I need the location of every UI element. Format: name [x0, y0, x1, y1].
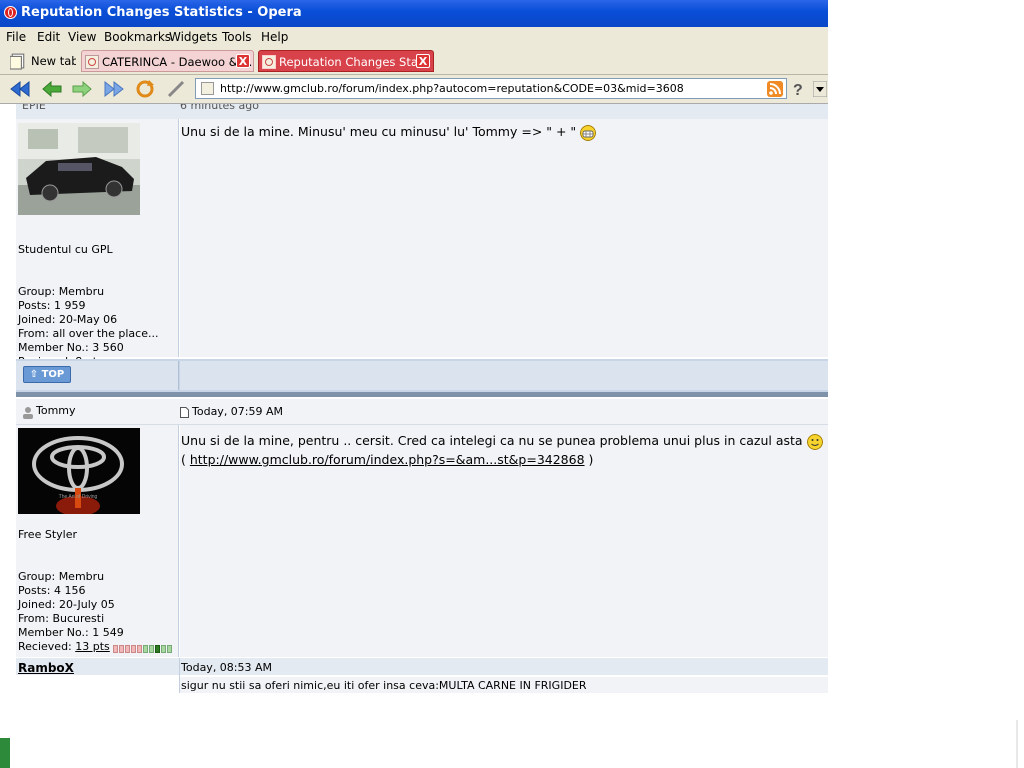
- new-tab-icon: [10, 53, 25, 70]
- post-author[interactable]: EPIE: [22, 104, 46, 112]
- tab-label: Reputation Changes Sta...: [279, 55, 429, 69]
- reputation-entry: RamboX Today, 08:53 AM sigur nu stii sa …: [16, 658, 828, 693]
- author-info: Studentul cu GPL Group: Membru Posts: 1 …: [16, 119, 179, 368]
- avatar: [18, 123, 140, 215]
- site-favicon-icon: [201, 82, 214, 95]
- smile-icon: [806, 433, 823, 450]
- reload-icon[interactable]: [134, 79, 156, 99]
- entry-author[interactable]: RamboX: [18, 661, 74, 675]
- member-from: From: all over the place...: [18, 327, 159, 340]
- tab-label: CATERINCA - Daewoo & ...: [102, 55, 253, 69]
- user-icon: [23, 407, 33, 419]
- new-tab-label: New tab: [31, 54, 76, 68]
- grin-icon: [580, 124, 597, 141]
- url-text[interactable]: http://www.gmclub.ro/forum/index.php?aut…: [220, 82, 684, 95]
- fast-forward-icon[interactable]: [103, 79, 125, 99]
- tab-caterinca[interactable]: CATERINCA - Daewoo & ... X: [81, 50, 254, 72]
- member-joined: Joined: 20-May 06: [18, 313, 118, 326]
- member-reputation: Recieved: 13 pts: [18, 640, 173, 653]
- desktop-edge: [1016, 720, 1018, 768]
- top-button-label: TOP: [41, 369, 65, 380]
- post-body: Unu si de la mine, pentru .. cersit. Cre…: [180, 425, 828, 657]
- member-group: Group: Membru: [18, 570, 105, 583]
- menu-bookmarks[interactable]: Bookmarks: [104, 30, 171, 44]
- edit-icon[interactable]: [165, 79, 187, 99]
- member-posts: Posts: 4 156: [18, 584, 86, 597]
- back-icon[interactable]: [41, 79, 63, 99]
- post-message: Unu si de la mine. Minusu' meu cu minusu…: [181, 124, 597, 141]
- menu-tools[interactable]: Tools: [222, 30, 252, 44]
- post-message-link-line: ( http://www.gmclub.ro/forum/index.php?s…: [181, 452, 594, 467]
- menu-edit[interactable]: Edit: [37, 30, 60, 44]
- reputation-bar: [112, 643, 173, 653]
- close-tab-icon[interactable]: X: [416, 54, 430, 68]
- message-text: Unu si de la mine. Minusu' meu cu minusu…: [181, 124, 577, 139]
- reputation-label: Recieved:: [18, 640, 72, 653]
- entry-message: sigur nu stii sa oferi nimic,eu iti ofer…: [181, 679, 587, 692]
- title-bar: Reputation Changes Statistics - Opera: [0, 0, 828, 27]
- member-number: Member No.: 3 560: [18, 341, 124, 354]
- member-posts: Posts: 1 959: [18, 299, 86, 312]
- reputation-link[interactable]: 13 pts: [75, 640, 110, 653]
- desktop-edge: [0, 738, 10, 768]
- site-favicon-icon: [262, 55, 276, 69]
- forum-post: EPIE 6 minutes ago Studentul cu GPL Grou…: [16, 104, 828, 368]
- post-body: Unu si de la mine. Minusu' meu cu minusu…: [180, 119, 828, 357]
- member-title: Studentul cu GPL: [18, 243, 113, 256]
- address-bar[interactable]: http://www.gmclub.ro/forum/index.php?aut…: [195, 78, 787, 99]
- menu-help[interactable]: Help: [261, 30, 288, 44]
- message-text: Unu si de la mine, pentru .. cersit. Cre…: [181, 433, 803, 448]
- tab-bar: New tab CATERINCA - Daewoo & ... X Reput…: [0, 47, 828, 75]
- menu-file[interactable]: File: [6, 30, 26, 44]
- post-footer: ⇧ TOP: [16, 359, 828, 392]
- top-button[interactable]: ⇧ TOP: [23, 366, 71, 383]
- entry-time: Today, 08:53 AM: [181, 661, 273, 674]
- member-title: Free Styler: [18, 528, 77, 541]
- forward-icon[interactable]: [71, 79, 93, 99]
- post-header: Tommy Today, 07:59 AM: [16, 399, 828, 425]
- author-info: The Art of Driving Free Styler Group: Me…: [16, 425, 179, 657]
- site-favicon-icon: [85, 55, 99, 69]
- browser-window: Reputation Changes Statistics - Opera Fi…: [0, 0, 828, 693]
- post-time: 6 minutes ago: [180, 104, 259, 112]
- post-divider: [16, 392, 828, 397]
- rewind-icon[interactable]: [9, 79, 31, 99]
- menu-widgets[interactable]: Widgets: [169, 30, 218, 44]
- post-message: Unu si de la mine, pentru .. cersit. Cre…: [181, 433, 823, 450]
- tab-reputation[interactable]: Reputation Changes Sta... X: [258, 50, 434, 72]
- member-joined: Joined: 20-July 05: [18, 598, 115, 611]
- post-author[interactable]: Tommy: [36, 404, 76, 417]
- menu-view[interactable]: View: [68, 30, 96, 44]
- avatar: The Art of Driving: [18, 428, 140, 514]
- member-number: Member No.: 1 549: [18, 626, 124, 639]
- member-from: From: Bucuresti: [18, 612, 105, 625]
- post-link-icon[interactable]: [180, 407, 189, 418]
- svg-text:?: ?: [793, 82, 803, 98]
- opera-logo-icon: [4, 6, 17, 19]
- dropdown-icon[interactable]: [813, 81, 827, 97]
- window-title: Reputation Changes Statistics - Opera: [21, 5, 302, 20]
- navigation-toolbar: http://www.gmclub.ro/forum/index.php?aut…: [0, 75, 828, 104]
- post-header: EPIE 6 minutes ago: [16, 104, 828, 119]
- avatar-caption: The Art of Driving: [59, 494, 98, 500]
- page-content: EPIE 6 minutes ago Studentul cu GPL Grou…: [0, 104, 828, 693]
- post-time: Today, 07:59 AM: [192, 405, 284, 418]
- member-group: Group: Membru: [18, 285, 105, 298]
- menu-bar: File Edit View Bookmarks Widgets Tools H…: [0, 27, 828, 47]
- close-tab-icon[interactable]: X: [236, 54, 250, 68]
- help-icon[interactable]: ?: [789, 80, 807, 98]
- forum-post: Tommy Today, 07:59 AM The Art of Driving…: [16, 399, 828, 657]
- rss-icon[interactable]: [767, 81, 783, 97]
- new-tab-button[interactable]: New tab: [6, 50, 76, 72]
- post-link[interactable]: http://www.gmclub.ro/forum/index.php?s=&…: [190, 452, 585, 467]
